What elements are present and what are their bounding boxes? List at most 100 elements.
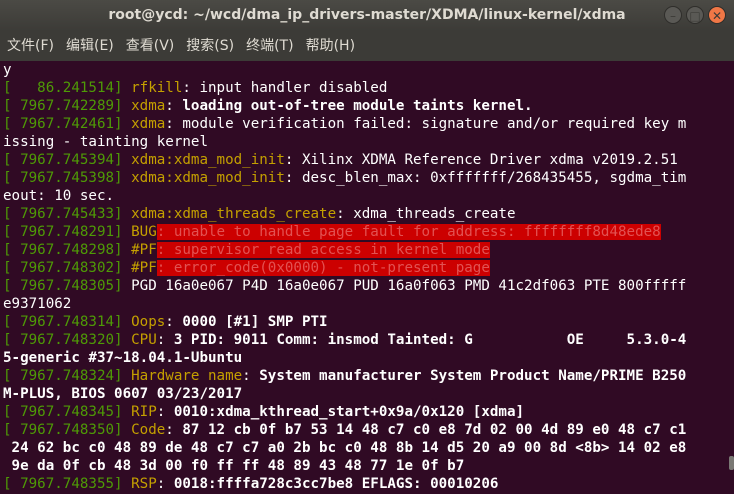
- log-text: issing - tainting kernel: [3, 134, 208, 150]
- log-text: : desc_blen_max: 0xfffffff/268435455, sg…: [284, 170, 687, 186]
- log-text: 87 12 cb 0f b7 53 14 48 c7 c0 e8 7d 02 0…: [182, 422, 687, 438]
- log-timestamp: [ 7967.745433]: [3, 206, 132, 222]
- menu-help[interactable]: 帮助(H): [303, 31, 358, 61]
- menu-file[interactable]: 文件(F): [4, 31, 57, 61]
- scrollbar-thumb[interactable]: [729, 456, 734, 470]
- log-timestamp: [ 7967.748291]: [3, 224, 132, 240]
- log-timestamp: [ 7967.742461]: [3, 116, 132, 132]
- terminal-line: e9371062: [3, 295, 727, 313]
- log-timestamp: [ 86.241514]: [3, 80, 132, 96]
- terminal-line: 9e da 0f cb 48 3d 00 f0 ff ff 48 89 43 4…: [3, 457, 727, 475]
- close-icon[interactable]: ✕: [708, 6, 726, 24]
- terminal-line: 24 62 bc c0 48 89 de 48 c7 c7 a0 2b bc c…: [3, 439, 727, 457]
- terminal-line: [ 7967.748305] PGD 16a0e067 P4D 16a0e067…: [3, 277, 727, 295]
- maximize-icon[interactable]: □: [686, 6, 704, 24]
- terminal-line: [ 86.241514] rfkill: input handler disab…: [3, 79, 727, 97]
- log-text: 0010:xdma_kthread_start+0x9a/0x120 [xdma…: [173, 404, 525, 420]
- log-text: eout: 10 sec.: [3, 188, 115, 204]
- log-text: 0018:ffffa728c3cc7be8 EFLAGS: 00010206: [173, 476, 499, 492]
- log-timestamp: [ 7967.748350]: [3, 422, 132, 438]
- terminal-line: [ 7967.745394] xdma:xdma_mod_init: Xilin…: [3, 151, 727, 169]
- log-text: :: [156, 332, 174, 348]
- log-text: : xdma_threads_create: [336, 206, 516, 222]
- log-prefix: #PF: [131, 242, 157, 258]
- log-text: : unable to handle page fault for addres…: [156, 224, 661, 240]
- terminal-output[interactable]: y[ 86.241514] rfkill: input handler disa…: [0, 61, 727, 494]
- log-text: y: [3, 62, 12, 78]
- minimize-icon[interactable]: –: [664, 6, 682, 24]
- log-timestamp: [ 7967.748302]: [3, 260, 132, 276]
- log-prefix: xdma: [131, 116, 166, 132]
- log-timestamp: [ 7967.745398]: [3, 170, 132, 186]
- log-text: 5-generic #37~18.04.1-Ubuntu: [3, 350, 243, 366]
- window-titlebar[interactable]: root@ycd: ~/wcd/dma_ip_drivers-master/XD…: [0, 0, 734, 31]
- terminal-line: [ 7967.748350] Code: 87 12 cb 0f b7 53 1…: [3, 421, 727, 439]
- log-text: PGD 16a0e067 P4D 16a0e067 PUD 16a0f063 P…: [131, 278, 687, 294]
- log-text: 3 PID: 9011 Comm: insmod Tainted: G OE 5…: [173, 332, 687, 348]
- log-timestamp: [ 7967.748320]: [3, 332, 132, 348]
- log-prefix: RSP: [131, 476, 157, 492]
- log-text: :: [165, 98, 183, 114]
- log-timestamp: [ 7967.748355]: [3, 476, 132, 492]
- terminal-line: M-PLUS, BIOS 0607 03/23/2017: [3, 385, 727, 403]
- terminal-line: [ 7967.748302] #PF: error_code(0x0000) -…: [3, 259, 727, 277]
- log-prefix: xdma: [131, 98, 166, 114]
- log-timestamp: [ 7967.742289]: [3, 98, 132, 114]
- menu-search[interactable]: 搜索(S): [183, 31, 237, 61]
- menu-view[interactable]: 查看(V): [123, 31, 178, 61]
- log-timestamp: [ 7967.748298]: [3, 242, 132, 258]
- window-controls: – □ ✕: [664, 6, 726, 24]
- terminal-line: [ 7967.742461] xdma: module verification…: [3, 115, 727, 133]
- log-text: : error_code(0x0000) - not-present page: [156, 260, 490, 276]
- terminal-line: [ 7967.748355] RSP: 0018:ffffa728c3cc7be…: [3, 475, 727, 493]
- terminal-line: [ 7967.748298] #PF: supervisor read acce…: [3, 241, 727, 259]
- log-text: 24 62 bc c0 48 89 de 48 c7 c7 a0 2b bc c…: [3, 440, 687, 456]
- log-prefix: RIP: [131, 404, 157, 420]
- terminal-line: [ 7967.745398] xdma:xdma_mod_init: desc_…: [3, 169, 727, 187]
- log-prefix: xdma:xdma_mod_init: [131, 170, 285, 186]
- log-prefix: BUG: [131, 224, 157, 240]
- window-title: root@ycd: ~/wcd/dma_ip_drivers-master/XD…: [108, 7, 626, 23]
- terminal-line: [ 7967.745433] xdma:xdma_threads_create:…: [3, 205, 727, 223]
- log-timestamp: [ 7967.748324]: [3, 368, 132, 384]
- terminal-line: [ 7967.748291] BUG: unable to handle pag…: [3, 223, 727, 241]
- menu-edit[interactable]: 编辑(E): [63, 31, 117, 61]
- log-prefix: Oops: [131, 314, 166, 330]
- log-text: : module verification failed: signature …: [165, 116, 687, 132]
- log-text: : input handler disabled: [182, 80, 388, 96]
- log-text: System manufacturer System Product Name/…: [259, 368, 687, 384]
- terminal-line: issing - tainting kernel: [3, 133, 727, 151]
- log-text: M-PLUS, BIOS 0607 03/23/2017: [3, 386, 243, 402]
- menu-terminal[interactable]: 终端(T): [243, 31, 296, 61]
- log-prefix: xdma:xdma_mod_init: [131, 152, 285, 168]
- log-prefix: CPU: [131, 332, 157, 348]
- terminal-line: [ 7967.748314] Oops: 0000 [#1] SMP PTI: [3, 313, 727, 331]
- log-prefix: Hardware name: [131, 368, 243, 384]
- log-text: 0000 [#1] SMP PTI: [182, 314, 328, 330]
- log-prefix: xdma:xdma_threads_create: [131, 206, 337, 222]
- log-text: 9e da 0f cb 48 3d 00 f0 ff ff 48 89 43 4…: [3, 458, 465, 474]
- log-text: : Xilinx XDMA Reference Driver xdma v201…: [284, 152, 678, 168]
- log-text: :: [165, 422, 183, 438]
- log-timestamp: [ 7967.748305]: [3, 278, 132, 294]
- log-text: e9371062: [3, 296, 72, 312]
- log-prefix: Code: [131, 422, 166, 438]
- terminal-line: [ 7967.748324] Hardware name: System man…: [3, 367, 727, 385]
- log-text: : supervisor read access in kernel mode: [156, 242, 490, 258]
- log-text: :: [165, 314, 183, 330]
- terminal-line: 5-generic #37~18.04.1-Ubuntu: [3, 349, 727, 367]
- log-timestamp: [ 7967.745394]: [3, 152, 132, 168]
- log-text: :: [156, 476, 174, 492]
- terminal-line: [ 7967.748320] CPU: 3 PID: 9011 Comm: in…: [3, 331, 727, 349]
- terminal-line: y: [3, 61, 727, 79]
- menu-bar: 文件(F) 编辑(E) 查看(V) 搜索(S) 终端(T) 帮助(H): [0, 31, 734, 61]
- log-text: :: [156, 404, 174, 420]
- log-text: loading out-of-tree module taints kernel…: [182, 98, 533, 114]
- log-prefix: rfkill: [131, 80, 183, 96]
- log-prefix: #PF: [131, 260, 157, 276]
- terminal-line: [ 7967.748345] RIP: 0010:xdma_kthread_st…: [3, 403, 727, 421]
- log-timestamp: [ 7967.748314]: [3, 314, 132, 330]
- log-timestamp: [ 7967.748345]: [3, 404, 132, 420]
- log-text: :: [242, 368, 260, 384]
- terminal-line: eout: 10 sec.: [3, 187, 727, 205]
